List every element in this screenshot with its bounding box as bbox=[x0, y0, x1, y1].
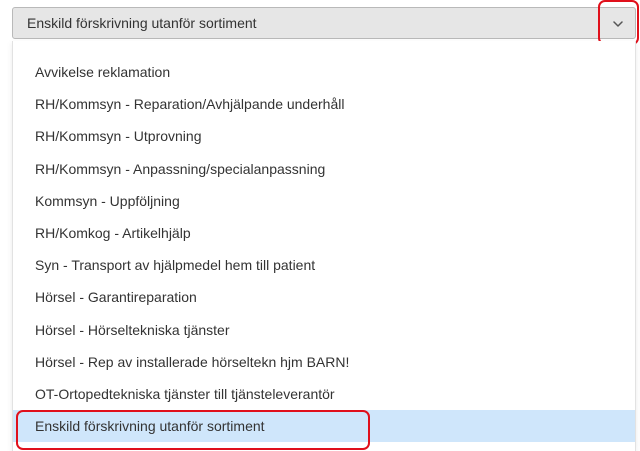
dropdown-option[interactable]: Hörsel - Hörseltekniska tjänster bbox=[13, 314, 635, 346]
dropdown-option[interactable]: RH/Kommsyn - Reparation/Avhjälpande unde… bbox=[13, 88, 635, 120]
dropdown-option[interactable]: RH/Kommsyn - Utprovning bbox=[13, 120, 635, 152]
dropdown-option[interactable]: Hörsel - Rep av installerade hörseltekn … bbox=[13, 346, 635, 378]
dropdown-option[interactable]: Kommsyn - Uppföljning bbox=[13, 185, 635, 217]
category-select[interactable]: Enskild förskrivning utanför sortiment bbox=[12, 7, 636, 39]
dropdown-option-selected[interactable]: Enskild förskrivning utanför sortiment bbox=[13, 410, 635, 443]
select-value: Enskild förskrivning utanför sortiment bbox=[27, 15, 257, 31]
dropdown-toggle-button[interactable] bbox=[603, 11, 633, 37]
dropdown-option[interactable]: RH/Kommsyn - Anpassning/specialanpassnin… bbox=[13, 153, 635, 185]
dropdown-option[interactable]: Syn - Transport av hjälpmedel hem till p… bbox=[13, 249, 635, 281]
dropdown-option[interactable]: Hörsel - Garantireparation bbox=[13, 281, 635, 313]
dropdown-option[interactable]: OT-Ortopedtekniska tjänster till tjänste… bbox=[13, 378, 635, 410]
dropdown-list: Avvikelse reklamation RH/Kommsyn - Repar… bbox=[12, 41, 636, 451]
chevron-down-icon bbox=[613, 20, 623, 27]
dropdown-option[interactable]: RH/Komkog - Artikelhjälp bbox=[13, 217, 635, 249]
dropdown-option[interactable]: Avvikelse reklamation bbox=[13, 56, 635, 88]
